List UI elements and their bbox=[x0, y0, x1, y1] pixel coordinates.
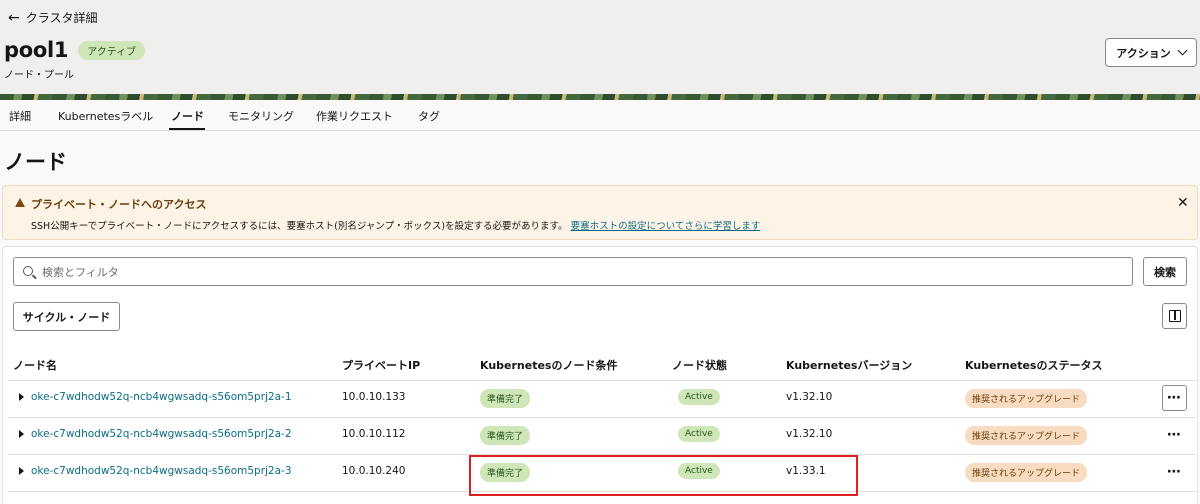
tab-tags[interactable]: タグ bbox=[418, 108, 440, 124]
highlight-annotation-box bbox=[469, 455, 858, 496]
more-actions-icon[interactable]: ⋯ bbox=[1162, 422, 1187, 448]
kubernetes-version: v1.32.10 bbox=[786, 391, 833, 403]
kubernetes-version: v1.32.10 bbox=[786, 428, 833, 440]
table-row: oke-c7wdhodw52q-ncb4wgwsadq-s56om5prj2a-… bbox=[8, 380, 1196, 417]
search-button[interactable]: 検索 bbox=[1143, 257, 1187, 286]
node-name-link[interactable]: oke-c7wdhodw52q-ncb4wgwsadq-s56om5prj2a-… bbox=[31, 428, 292, 440]
node-condition-badge: 準備完了 bbox=[480, 426, 531, 445]
status-badge: アクティブ bbox=[78, 40, 146, 60]
back-link-label: クラスタ詳細 bbox=[25, 11, 98, 25]
tab-work-requests[interactable]: 作業リクエスト bbox=[316, 108, 393, 124]
column-layout-icon bbox=[1169, 310, 1181, 322]
node-condition-badge: 準備完了 bbox=[480, 389, 531, 408]
cycle-nodes-button[interactable]: サイクル・ノード bbox=[13, 302, 120, 331]
private-ip: 10.0.10.240 bbox=[342, 465, 406, 477]
column-header-private-ip: プライベートIP bbox=[342, 359, 421, 372]
node-state-badge: Active bbox=[678, 426, 720, 442]
tab-details[interactable]: 詳細 bbox=[9, 108, 31, 124]
column-header-kubernetes-version: Kubernetesバージョン bbox=[786, 359, 913, 372]
warning-icon bbox=[15, 198, 25, 207]
node-name-link[interactable]: oke-c7wdhodw52q-ncb4wgwsadq-s56om5prj2a-… bbox=[31, 465, 292, 477]
tab-kubernetes-labels[interactable]: Kubernetesラベル bbox=[58, 108, 153, 124]
private-ip: 10.0.10.133 bbox=[342, 391, 406, 403]
arrow-left-icon: ← bbox=[8, 9, 20, 26]
page-title: pool1 bbox=[4, 38, 69, 62]
search-field[interactable] bbox=[13, 257, 1133, 286]
notice-learn-more-link[interactable]: 要塞ホストの設定についてさらに学習します bbox=[571, 221, 761, 232]
column-header-node-state: ノード状態 bbox=[672, 359, 727, 372]
kubernetes-status-badge: 推奨されるアップグレード bbox=[965, 389, 1088, 408]
expand-row-icon[interactable] bbox=[19, 467, 24, 475]
notice-title: プライベート・ノードへのアクセス bbox=[31, 198, 207, 211]
notice-text: SSH公開キーでプライベート・ノードにアクセスするには、要塞ホスト(別名ジャンプ… bbox=[31, 221, 568, 232]
tab-monitoring[interactable]: モニタリング bbox=[228, 108, 294, 124]
more-actions-icon[interactable]: ⋯ bbox=[1162, 385, 1187, 411]
search-input[interactable] bbox=[42, 263, 1122, 281]
column-header-node-name: ノード名 bbox=[13, 359, 57, 372]
column-header-kubernetes-status: Kubernetesのステータス bbox=[965, 359, 1103, 372]
actions-menu-label: アクション bbox=[1116, 46, 1171, 60]
title-row: pool1 アクティブ bbox=[4, 38, 146, 62]
info-notice: プライベート・ノードへのアクセス SSH公開キーでプライベート・ノードにアクセス… bbox=[2, 185, 1198, 240]
page-header: ← クラスタ詳細 pool1 アクティブ ノード・プール アクション bbox=[0, 0, 1200, 94]
node-name-link[interactable]: oke-c7wdhodw52q-ncb4wgwsadq-s56om5prj2a-… bbox=[31, 391, 292, 403]
page-subtitle: ノード・プール bbox=[4, 70, 74, 81]
more-actions-icon[interactable]: ⋯ bbox=[1162, 459, 1187, 485]
chevron-down-icon bbox=[1177, 45, 1188, 56]
active-tab-indicator bbox=[169, 128, 205, 130]
notice-body: SSH公開キーでプライベート・ノードにアクセスするには、要塞ホスト(別名ジャンプ… bbox=[31, 218, 760, 232]
node-state-badge: Active bbox=[678, 389, 720, 405]
back-to-cluster-link[interactable]: ← クラスタ詳細 bbox=[8, 9, 98, 26]
close-icon[interactable]: ✕ bbox=[1177, 195, 1189, 211]
private-ip: 10.0.10.112 bbox=[342, 428, 406, 440]
kubernetes-status-badge: 推奨されるアップグレード bbox=[965, 426, 1088, 445]
search-icon bbox=[23, 266, 33, 276]
tab-nodes[interactable]: ノード bbox=[171, 108, 204, 124]
column-header-node-condition: Kubernetesのノード条件 bbox=[480, 359, 618, 372]
column-settings-button[interactable] bbox=[1162, 303, 1187, 329]
table-row: oke-c7wdhodw52q-ncb4wgwsadq-s56om5prj2a-… bbox=[8, 417, 1196, 454]
actions-menu-button[interactable]: アクション bbox=[1105, 38, 1197, 67]
tab-bar: 詳細 Kubernetesラベル ノード モニタリング 作業リクエスト タグ bbox=[0, 100, 1200, 131]
expand-row-icon[interactable] bbox=[19, 393, 24, 401]
kubernetes-status-badge: 推奨されるアップグレード bbox=[965, 463, 1088, 482]
section-title: ノード bbox=[4, 150, 67, 174]
expand-row-icon[interactable] bbox=[19, 430, 24, 438]
